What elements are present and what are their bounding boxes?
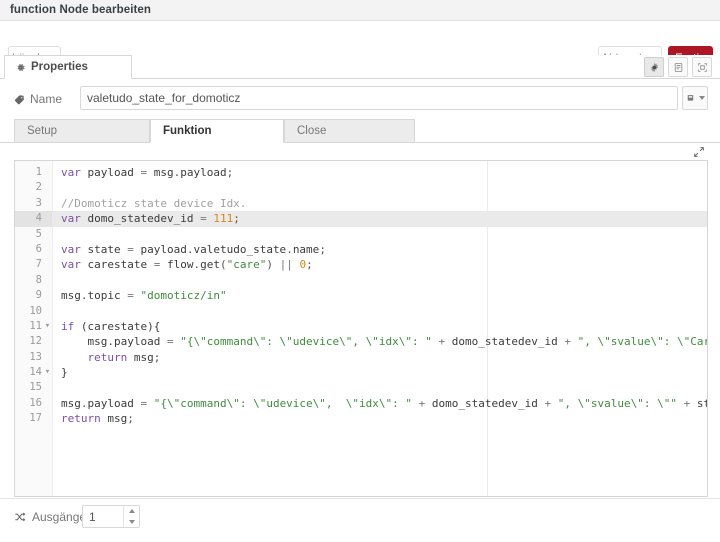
line-number: 4 xyxy=(15,211,52,227)
code-line[interactable]: 4 var domo_statedev_id = 111; xyxy=(15,211,707,227)
line-number: 6 xyxy=(35,242,42,255)
fold-toggle-icon[interactable]: ▾ xyxy=(43,319,52,334)
line-number: 9 xyxy=(35,289,42,302)
line-number: 8 xyxy=(35,273,42,286)
outputs-stepper-buttons xyxy=(123,506,139,527)
line-number: 2 xyxy=(35,181,42,194)
node-settings-button[interactable] xyxy=(644,57,664,77)
name-label: Name xyxy=(14,92,74,106)
properties-tools xyxy=(644,57,712,77)
code-line[interactable]: 9 msg.topic = "domoticz/in" xyxy=(15,288,707,303)
name-input[interactable] xyxy=(80,86,678,110)
code-line-text: var carestate = flow.get("care") || 0; xyxy=(61,258,313,272)
code-line-text: var state = payload.valetudo_state.name; xyxy=(61,242,326,256)
name-row: Name xyxy=(0,86,720,114)
code-editor[interactable]: 1 var payload = msg.payload; 2 3 //Domoticz … xyxy=(14,160,708,497)
line-number: 17 xyxy=(29,412,42,425)
line-number: 12 xyxy=(29,335,42,348)
outputs-decrement-button[interactable] xyxy=(124,517,139,527)
line-number: 13 xyxy=(29,350,42,363)
history-icon xyxy=(687,94,693,101)
code-line[interactable]: 6 var state = payload.valetudo_state.name… xyxy=(15,242,707,257)
code-line[interactable]: 10 xyxy=(15,304,707,319)
tag-icon xyxy=(14,94,25,105)
tab-close[interactable]: Close xyxy=(284,119,415,143)
code-line[interactable]: 3 //Domoticz state device Idx. xyxy=(15,196,707,211)
shuffle-icon xyxy=(14,511,26,523)
expand-editor-icon[interactable] xyxy=(690,143,708,160)
page-title: function Node bearbeiten xyxy=(10,4,152,16)
properties-tabbar: Properties xyxy=(0,55,720,79)
code-line[interactable]: 16 msg.payload = "{\"command\": \"udevice… xyxy=(15,396,707,411)
line-number: 10 xyxy=(29,304,42,317)
code-line[interactable]: 12 msg.payload = "{\"command\": \"udevic… xyxy=(15,334,707,349)
code-content[interactable]: 1 var payload = msg.payload; 2 3 //Domoticz … xyxy=(15,165,707,427)
code-line-text: return msg; xyxy=(61,412,134,426)
code-line[interactable]: 11 ▾ if (carestate){ xyxy=(15,319,707,334)
triangle-down-icon xyxy=(128,520,135,524)
code-line[interactable]: 8 xyxy=(15,273,707,288)
line-number: 5 xyxy=(35,227,42,240)
outputs-input[interactable] xyxy=(83,506,123,527)
node-help-button[interactable] xyxy=(668,57,688,77)
tab-properties-label: Properties xyxy=(31,61,88,73)
code-line-text: msg.payload = "{\"command\": \"udevice\"… xyxy=(61,335,708,349)
function-tabbar: Setup Funktion Close xyxy=(0,119,720,143)
tab-setup[interactable]: Setup xyxy=(14,119,150,143)
function-node-edit-dialog: function Node bearbeiten Löschen Abbrech… xyxy=(0,0,720,542)
code-line-text: msg.topic = "domoticz/in" xyxy=(61,289,227,303)
code-line[interactable]: 5 xyxy=(15,227,707,242)
triangle-up-icon xyxy=(128,509,135,513)
gear-icon xyxy=(15,62,26,73)
dialog-footer: Ausgänge xyxy=(0,498,720,542)
outputs-label-text: Ausgänge xyxy=(32,510,87,524)
dialog-toolbar: Löschen Abbrechen Fertig xyxy=(0,21,720,69)
outputs-label: Ausgänge xyxy=(14,510,86,524)
code-line-text: var domo_statedev_id = 111; xyxy=(61,212,240,226)
code-line[interactable]: 7 var carestate = flow.get("care") || 0; xyxy=(15,257,707,272)
name-history-dropdown[interactable] xyxy=(682,86,708,110)
chevron-down-icon xyxy=(698,96,705,100)
line-number: 1 xyxy=(35,166,42,178)
code-line[interactable]: 2 xyxy=(15,180,707,195)
outputs-increment-button[interactable] xyxy=(124,506,139,516)
code-line-text: return msg; xyxy=(87,350,161,364)
line-number: 7 xyxy=(35,258,42,271)
code-line[interactable]: 17 return msg; xyxy=(15,411,707,426)
code-line[interactable]: 15 xyxy=(15,380,707,395)
tab-funktion[interactable]: Funktion xyxy=(150,119,284,143)
code-line-text: var payload = msg.payload; xyxy=(61,166,234,179)
line-number: 16 xyxy=(29,396,42,409)
code-line[interactable]: 1 var payload = msg.payload; xyxy=(15,165,707,180)
code-line[interactable]: 13 return msg; xyxy=(15,350,707,365)
node-expand-button[interactable] xyxy=(692,57,712,77)
code-line-text: msg.payload = "{\"command\": \"udevice\"… xyxy=(61,396,707,410)
code-line-text: if (carestate){ xyxy=(61,319,161,333)
outputs-stepper[interactable] xyxy=(82,505,140,528)
tab-properties[interactable]: Properties xyxy=(4,55,132,79)
fold-toggle-icon[interactable]: ▾ xyxy=(43,365,52,380)
line-number: 15 xyxy=(29,381,42,394)
dialog-titlebar: function Node bearbeiten xyxy=(0,0,720,21)
line-number: 3 xyxy=(35,196,42,209)
editor-toolbar xyxy=(14,143,708,161)
code-line[interactable]: 14 ▾} xyxy=(15,365,707,380)
code-line-text: //Domoticz state device Idx. xyxy=(61,196,247,210)
name-label-text: Name xyxy=(30,92,63,106)
code-line-text: } xyxy=(61,366,68,380)
